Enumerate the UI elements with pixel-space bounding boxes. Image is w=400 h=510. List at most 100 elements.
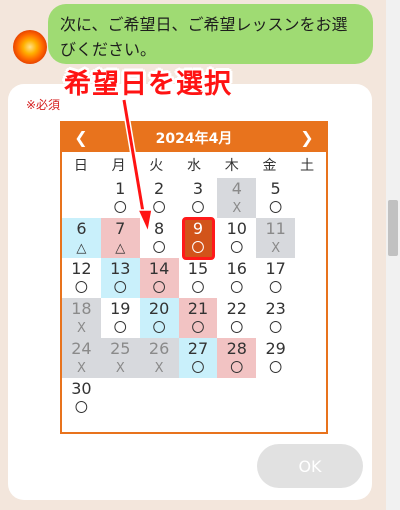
calendar-day-19[interactable]: 19 〇 (101, 298, 140, 338)
availability-mark: 〇 (191, 201, 205, 216)
day-number: 23 (265, 299, 286, 318)
calendar-day-14[interactable]: 14 〇 (139, 258, 179, 298)
scrollbar[interactable] (386, 0, 400, 510)
weekday-thu: 木 (224, 158, 239, 174)
availability-mark: 〇 (152, 281, 166, 296)
calendar-day-29[interactable]: 29 〇 (256, 338, 295, 378)
calendar-day-28[interactable]: 28 〇 (217, 338, 257, 378)
day-number: 16 (226, 259, 247, 278)
availability-mark: 〇 (191, 321, 205, 336)
calendar-day-17[interactable]: 17 〇 (256, 258, 295, 298)
availability-mark: X (115, 361, 125, 376)
day-number: 5 (270, 179, 281, 198)
bot-avatar (13, 30, 47, 64)
availability-mark: 〇 (113, 321, 127, 336)
calendar-day-15[interactable]: 15 〇 (179, 258, 218, 298)
day-number: 7 (115, 219, 126, 238)
weekday-row: 日 月 火 水 木 金 土 (62, 152, 326, 178)
availability-mark: 〇 (113, 201, 127, 216)
day-number: 22 (226, 299, 247, 318)
availability-mark: 〇 (230, 361, 244, 376)
weekday-sun: 日 (73, 158, 88, 174)
day-number: 28 (226, 339, 247, 358)
calendar-day-21[interactable]: 21 〇 (178, 298, 218, 338)
day-number: 4 (231, 179, 242, 198)
availability-mark: 〇 (74, 281, 88, 296)
day-number: 15 (187, 259, 209, 278)
availability-mark: 〇 (152, 201, 166, 216)
calendar-empty-cell (217, 378, 257, 418)
calendar-day-27[interactable]: 27 〇 (178, 338, 218, 378)
day-number: 9 (192, 219, 204, 238)
calendar-empty-cell (100, 378, 140, 418)
availability-mark: X (76, 361, 86, 376)
calendar-day-6[interactable]: 6 △ (62, 218, 101, 258)
availability-mark: 〇 (191, 241, 205, 256)
availability-mark: 〇 (269, 281, 283, 296)
calendar-day-2[interactable]: 2〇 (140, 178, 179, 218)
calendar-day-24[interactable]: 24 X (62, 338, 101, 378)
calendar-day-5[interactable]: 5〇 (256, 178, 295, 218)
calendar-days-grid: 1 〇 2 〇 3 〇 4 X 5 〇 6 △ 7 △ 8 〇 9 〇 10 〇 11 X 12 〇 13 〇 14 〇 15 〇 16 〇 1… (62, 178, 326, 418)
calendar-day-20[interactable]: 20 〇 (139, 298, 179, 338)
day-number: 27 (187, 339, 209, 358)
chat-message-bubble: 次に、ご希望日、ご希望レッスンをお選びください。 (48, 4, 373, 64)
calendar-day-22[interactable]: 22 〇 (217, 298, 256, 338)
calendar-day-4[interactable]: 4X (217, 178, 257, 218)
calendar-day-12[interactable]: 12 〇 (62, 258, 101, 298)
chevron-right-icon[interactable]: ❯ (298, 128, 316, 147)
calendar-day-8[interactable]: 8〇 (140, 218, 179, 258)
calendar-day-11[interactable]: 11 X (256, 218, 296, 258)
weekday-sat: 土 (300, 158, 315, 174)
availability-mark: 〇 (152, 241, 166, 256)
calendar-empty-cell (139, 378, 179, 418)
annotation-label: 希望日を選択 (64, 69, 232, 100)
calendar-day-1[interactable]: 1〇 (101, 178, 140, 218)
day-number: 30 (71, 379, 92, 398)
day-number: 12 (71, 259, 92, 278)
day-number: 24 (71, 339, 92, 358)
availability-mark: 〇 (230, 241, 244, 256)
calendar-day-23[interactable]: 23 〇 (256, 298, 295, 338)
calendar-day-3[interactable]: 3〇 (179, 178, 218, 218)
day-number: 21 (187, 299, 209, 318)
day-number: 8 (154, 219, 165, 238)
calendar-day-30[interactable]: 30 〇 (62, 378, 101, 418)
calendar-day-16[interactable]: 16 〇 (217, 258, 256, 298)
day-number: 13 (110, 259, 131, 278)
calendar: ❮ 2024年4月 ❯ 日 月 火 水 木 金 土 1 〇 2 〇 3 〇 4 X 5 〇 6 △ 7 △… (60, 121, 328, 434)
availability-mark: 〇 (152, 321, 166, 336)
day-number: 2 (154, 179, 165, 198)
ok-button[interactable]: OK (257, 444, 363, 488)
day-number: 17 (265, 259, 286, 278)
calendar-day-26[interactable]: 26 X (139, 338, 179, 378)
day-number: 11 (265, 219, 286, 238)
availability-mark: 〇 (230, 281, 244, 296)
day-number: 10 (226, 219, 247, 238)
calendar-day-10[interactable]: 10 〇 (217, 218, 256, 258)
availability-mark: X (154, 361, 164, 376)
calendar-day-13[interactable]: 13 〇 (100, 258, 140, 298)
calendar-day-9[interactable]: 9〇 (179, 217, 218, 260)
weekday-wed: 水 (187, 158, 202, 174)
availability-mark: 〇 (191, 361, 205, 376)
day-number: 29 (265, 339, 286, 358)
required-label: ※必須 (26, 98, 61, 112)
calendar-header: ❮ 2024年4月 ❯ (62, 123, 326, 152)
availability-mark: 〇 (191, 281, 205, 296)
day-number: 25 (110, 339, 131, 358)
availability-mark: 〇 (113, 281, 127, 296)
chevron-left-icon[interactable]: ❮ (72, 128, 90, 147)
day-number: 18 (71, 299, 92, 318)
day-number: 3 (192, 179, 204, 198)
day-number: 14 (148, 259, 170, 278)
calendar-empty-cell (178, 378, 218, 418)
calendar-day-25[interactable]: 25 X (100, 338, 140, 378)
calendar-day-7[interactable]: 7 △ (100, 218, 140, 258)
availability-mark: 〇 (74, 401, 88, 416)
scrollbar-thumb[interactable] (388, 200, 398, 256)
availability-mark: X (76, 321, 86, 336)
availability-mark: △ (115, 241, 126, 256)
calendar-day-18[interactable]: 18 X (62, 298, 101, 338)
day-number: 26 (148, 339, 170, 358)
